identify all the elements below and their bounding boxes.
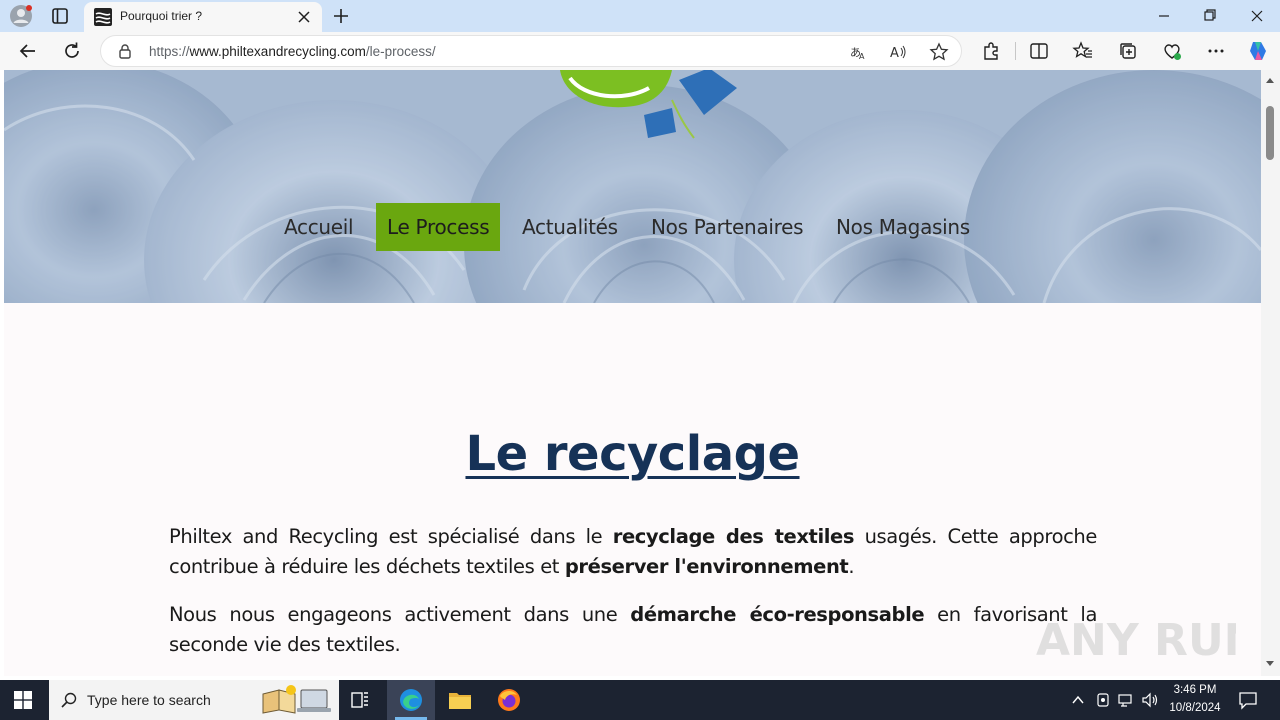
site-favicon-icon bbox=[94, 8, 112, 26]
show-hidden-icons-icon[interactable] bbox=[1071, 693, 1085, 707]
read-aloud-icon[interactable]: A bbox=[889, 43, 907, 61]
firefox-icon[interactable] bbox=[497, 688, 521, 712]
svg-text:A: A bbox=[890, 46, 899, 61]
translate-icon[interactable]: あ A bbox=[849, 43, 867, 61]
task-view-icon[interactable] bbox=[350, 690, 370, 710]
scroll-up-icon[interactable] bbox=[1265, 76, 1275, 84]
p1-bold-a: recyclage des textiles bbox=[612, 525, 855, 548]
page-heading: Le recyclage bbox=[465, 426, 800, 482]
close-window-icon[interactable] bbox=[1234, 0, 1280, 32]
extensions-icon[interactable] bbox=[980, 40, 1002, 62]
p1-text-a: Philtex and Recycling est spécialisé dan… bbox=[169, 525, 613, 548]
back-icon[interactable] bbox=[17, 40, 39, 62]
nav-le-process[interactable]: Le Process bbox=[376, 203, 501, 251]
collections-icon[interactable] bbox=[1117, 40, 1139, 62]
tab-title: Pourquoi trier ? bbox=[120, 9, 203, 23]
volume-icon[interactable] bbox=[1142, 692, 1160, 708]
nav-nos-magasins[interactable]: Nos Magasins bbox=[825, 203, 981, 251]
paragraph-intro: Philtex and Recycling est spécialisé dan… bbox=[169, 522, 1097, 582]
windows-start-icon[interactable] bbox=[14, 691, 32, 709]
edge-icon bbox=[400, 689, 422, 711]
profile-icon[interactable] bbox=[10, 5, 32, 27]
hero-banner: Accueil Le Process Actualités Nos Parten… bbox=[4, 70, 1261, 303]
restore-icon[interactable] bbox=[1187, 0, 1233, 32]
web-page: Accueil Le Process Actualités Nos Parten… bbox=[4, 70, 1261, 676]
meet-now-icon[interactable] bbox=[1095, 692, 1111, 708]
scrollbar-thumb[interactable] bbox=[1266, 106, 1274, 160]
watermark-text: ANY RUN bbox=[1036, 615, 1236, 666]
svg-text:A: A bbox=[859, 52, 865, 61]
lock-icon[interactable] bbox=[117, 43, 133, 59]
page-scrollbar[interactable] bbox=[1261, 70, 1280, 676]
browser-toolbar: https://www.philtexandrecycling.com/le-p… bbox=[0, 32, 1280, 70]
notifications-icon[interactable] bbox=[1238, 690, 1258, 710]
refresh-icon[interactable] bbox=[61, 40, 83, 62]
url-text[interactable]: https://www.philtexandrecycling.com/le-p… bbox=[149, 44, 436, 59]
taskbar-search[interactable]: Type here to search bbox=[49, 680, 339, 720]
minimize-icon[interactable] bbox=[1141, 0, 1187, 32]
address-bar[interactable]: https://www.philtexandrecycling.com/le-p… bbox=[100, 35, 962, 67]
clock-date[interactable]: 10/8/2024 bbox=[1164, 702, 1226, 714]
clock-time[interactable]: 3:46 PM bbox=[1166, 684, 1224, 696]
copilot-icon[interactable] bbox=[1246, 39, 1270, 63]
close-tab-icon[interactable] bbox=[294, 7, 314, 27]
new-tab-icon[interactable] bbox=[330, 5, 352, 27]
search-placeholder: Type here to search bbox=[87, 692, 211, 708]
tab-strip: Pourquoi trier ? bbox=[0, 0, 1280, 32]
url-path: /le-process/ bbox=[365, 44, 436, 59]
anyrun-watermark-logo: ANY RUN bbox=[1036, 615, 1236, 666]
taskbar-edge-active[interactable] bbox=[387, 680, 435, 720]
tab-actions-icon[interactable] bbox=[50, 6, 70, 26]
favorite-star-icon[interactable] bbox=[929, 42, 949, 62]
p1-bold-b: préserver l'environnement bbox=[564, 555, 849, 578]
search-icon bbox=[61, 692, 77, 708]
split-screen-icon[interactable] bbox=[1028, 40, 1050, 62]
url-prefix: https:// bbox=[149, 44, 190, 59]
search-highlight-icon bbox=[262, 685, 331, 714]
nav-nos-partenaires[interactable]: Nos Partenaires bbox=[640, 203, 814, 251]
file-explorer-icon[interactable] bbox=[448, 689, 472, 711]
more-options-icon[interactable] bbox=[1205, 40, 1227, 62]
windows-taskbar: Type here to search 3:46 PM 10/8/2024 bbox=[0, 680, 1280, 720]
p2-text-a: Nous nous engageons activement dans une bbox=[169, 603, 631, 626]
active-tab[interactable]: Pourquoi trier ? bbox=[84, 2, 322, 32]
browser-essentials-icon[interactable] bbox=[1161, 40, 1183, 62]
p1-text-c: . bbox=[848, 555, 855, 578]
denim-background-image bbox=[4, 70, 1261, 303]
favorites-icon[interactable] bbox=[1072, 40, 1094, 62]
p2-bold: démarche éco-responsable bbox=[630, 603, 925, 626]
paragraph-engagement: Nous nous engageons activement dans une … bbox=[169, 600, 1097, 660]
network-icon[interactable] bbox=[1118, 692, 1136, 708]
nav-accueil[interactable]: Accueil bbox=[273, 203, 364, 251]
nav-actualites[interactable]: Actualités bbox=[511, 203, 629, 251]
toolbar-divider bbox=[1015, 42, 1016, 60]
url-domain: www.philtexandrecycling.com bbox=[189, 44, 366, 59]
scroll-down-icon[interactable] bbox=[1265, 660, 1275, 668]
